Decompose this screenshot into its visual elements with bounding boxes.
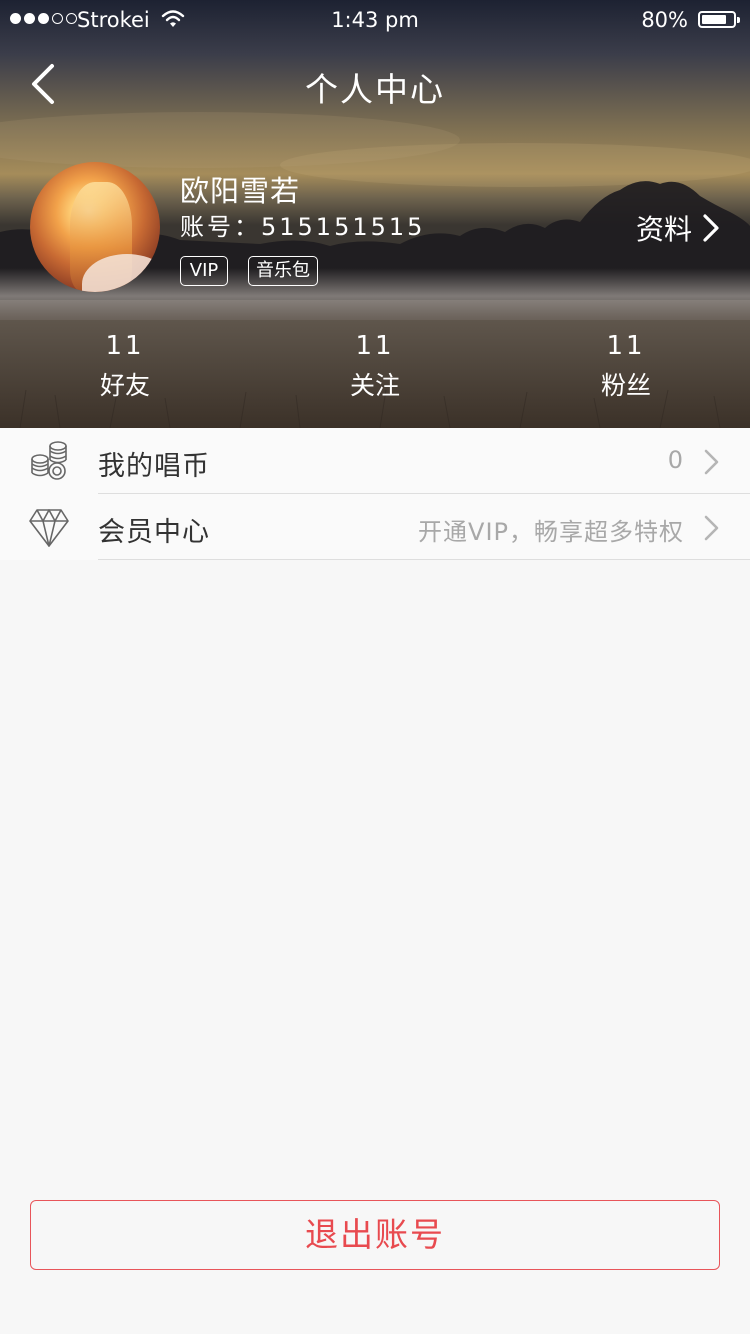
profile-header-background: Strokei 1:43 pm 80% 个人中心 欧阳雪若 账号：5151515… <box>0 0 750 428</box>
page-title: 个人中心 <box>305 70 445 109</box>
avatar[interactable] <box>30 162 160 292</box>
battery-percentage: 80% <box>641 8 688 32</box>
menu-item-vip-center-title: 会员中心 <box>98 517 210 548</box>
user-name: 欧阳雪若 <box>180 174 301 208</box>
menu-item-vip-center-value: 开通VIP，畅享超多特权 <box>418 518 684 546</box>
chevron-right-icon <box>704 449 719 475</box>
status-time: 1:43 pm <box>331 8 419 32</box>
menu-item-coins[interactable]: 我的唱币 0 <box>0 428 750 494</box>
stat-followers-count: 11 <box>606 331 646 361</box>
coins-icon <box>31 441 67 480</box>
stat-friends[interactable]: 11 好友 <box>50 330 200 402</box>
status-bar: Strokei 1:43 pm 80% <box>0 0 750 40</box>
vip-badge: VIP <box>180 256 228 286</box>
menu-item-vip-center[interactable]: 会员中心 开通VIP，畅享超多特权 <box>0 494 750 560</box>
menu-list: 我的唱币 0 会员中心 开通VIP，畅享超多特权 <box>0 428 750 560</box>
music-package-badge: 音乐包 <box>248 256 318 286</box>
profile-details-link[interactable]: 资料 <box>636 208 720 248</box>
divider <box>98 559 750 560</box>
logout-button[interactable]: 退出账号 <box>30 1200 720 1270</box>
stat-following[interactable]: 11 关注 <box>300 330 450 402</box>
stat-following-count: 11 <box>355 331 395 361</box>
chevron-right-icon <box>703 214 719 242</box>
profile-details-label: 资料 <box>635 213 692 246</box>
stat-friends-count: 11 <box>105 331 145 361</box>
menu-item-coins-value: 0 <box>667 446 684 474</box>
stat-followers[interactable]: 11 粉丝 <box>551 330 701 402</box>
account-number: 账号：515151515 <box>180 213 426 241</box>
stat-following-label: 关注 <box>349 371 400 400</box>
chevron-right-icon <box>704 515 719 541</box>
profile-screen: Strokei 1:43 pm 80% 个人中心 欧阳雪若 账号：5151515… <box>0 0 750 1334</box>
stat-friends-label: 好友 <box>99 371 150 400</box>
battery-icon <box>698 11 740 28</box>
menu-item-coins-title: 我的唱币 <box>98 451 210 482</box>
stat-followers-label: 粉丝 <box>600 371 651 400</box>
diamond-icon <box>29 509 69 547</box>
